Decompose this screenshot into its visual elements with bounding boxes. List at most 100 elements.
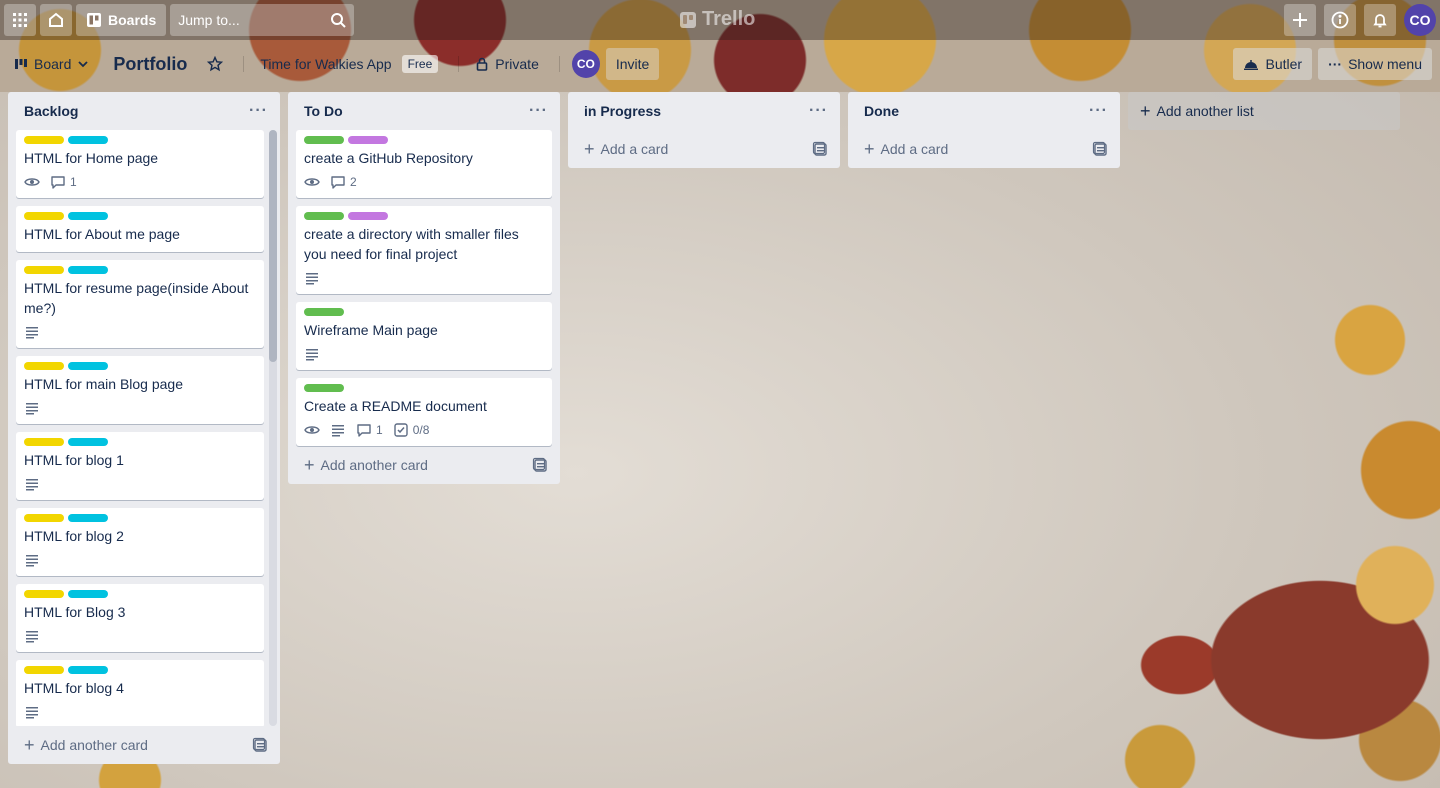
label-cyan[interactable] xyxy=(68,266,108,274)
add-card-button[interactable]: + Add a card xyxy=(848,130,1120,168)
card[interactable]: HTML for blog 2 xyxy=(16,508,264,576)
card[interactable]: HTML for About me page xyxy=(16,206,264,252)
label-purple[interactable] xyxy=(348,136,388,144)
apps-button[interactable] xyxy=(4,4,36,36)
list-title[interactable]: Backlog xyxy=(24,103,78,119)
list-scrollbar[interactable] xyxy=(269,130,277,726)
template-icon xyxy=(1092,141,1107,156)
card-labels xyxy=(24,362,256,370)
boards-button[interactable]: Boards xyxy=(76,4,167,36)
add-list-button[interactable]: + Add another list xyxy=(1128,92,1400,130)
label-yellow[interactable] xyxy=(24,666,64,674)
star-button[interactable] xyxy=(197,48,233,80)
template-icon xyxy=(252,737,267,752)
home-button[interactable] xyxy=(40,4,72,36)
card-template-button[interactable] xyxy=(252,737,268,753)
board-view-switcher[interactable]: Board xyxy=(4,48,99,80)
scrollbar-thumb[interactable] xyxy=(269,130,277,362)
label-yellow[interactable] xyxy=(24,514,64,522)
header-divider xyxy=(558,56,560,72)
card-badges xyxy=(24,474,256,494)
invite-button[interactable]: Invite xyxy=(605,48,660,80)
card[interactable]: HTML for resume page(inside About me?) xyxy=(16,260,264,348)
add-card-button[interactable]: + Add a card xyxy=(568,130,840,168)
create-button[interactable] xyxy=(1284,4,1316,36)
label-yellow[interactable] xyxy=(24,362,64,370)
list-title[interactable]: in Progress xyxy=(584,103,661,119)
label-yellow[interactable] xyxy=(24,590,64,598)
card-title: HTML for blog 1 xyxy=(24,452,124,468)
card[interactable]: create a directory with smaller files yo… xyxy=(296,206,552,294)
comments-count: 1 xyxy=(70,175,77,189)
workspace-button[interactable]: Time for Walkies App Free xyxy=(250,48,448,80)
card-badges xyxy=(304,268,544,288)
label-cyan[interactable] xyxy=(68,136,108,144)
add-card-button[interactable]: + Add another card xyxy=(288,446,560,484)
add-card-label: Add another card xyxy=(320,457,428,473)
card[interactable]: HTML for blog 4 xyxy=(16,660,264,726)
label-cyan[interactable] xyxy=(68,438,108,446)
label-cyan[interactable] xyxy=(68,362,108,370)
label-green[interactable] xyxy=(304,212,344,220)
list-title[interactable]: Done xyxy=(864,103,899,119)
list-title[interactable]: To Do xyxy=(304,103,343,119)
card[interactable]: HTML for Home page 1 xyxy=(16,130,264,198)
notifications-button[interactable] xyxy=(1364,4,1396,36)
label-green[interactable] xyxy=(304,384,344,392)
card[interactable]: HTML for blog 1 xyxy=(16,432,264,500)
info-button[interactable] xyxy=(1324,4,1356,36)
card[interactable]: Create a README document 1 0/8 xyxy=(296,378,552,446)
label-cyan[interactable] xyxy=(68,514,108,522)
search-icon xyxy=(331,13,346,28)
card-badges xyxy=(304,344,544,364)
list-menu-button[interactable]: ··· xyxy=(249,102,268,120)
search-input[interactable]: Jump to... xyxy=(170,4,355,36)
label-purple[interactable] xyxy=(348,212,388,220)
card-template-button[interactable] xyxy=(812,141,828,157)
description-icon xyxy=(26,403,38,415)
header-divider xyxy=(458,56,460,72)
label-yellow[interactable] xyxy=(24,266,64,274)
trello-logo[interactable]: Trello xyxy=(680,8,755,31)
description-badge xyxy=(24,400,40,416)
list-menu-button[interactable]: ··· xyxy=(1089,102,1108,120)
list-menu-button[interactable]: ··· xyxy=(529,102,548,120)
card[interactable]: create a GitHub Repository 2 xyxy=(296,130,552,198)
label-green[interactable] xyxy=(304,136,344,144)
card-template-button[interactable] xyxy=(532,457,548,473)
description-icon xyxy=(26,631,38,643)
label-cyan[interactable] xyxy=(68,666,108,674)
label-yellow[interactable] xyxy=(24,212,64,220)
visibility-button[interactable]: Private xyxy=(465,48,549,80)
label-cyan[interactable] xyxy=(68,212,108,220)
description-icon xyxy=(306,273,318,285)
label-green[interactable] xyxy=(304,308,344,316)
card-badges xyxy=(24,702,256,722)
comment-icon xyxy=(357,424,371,437)
label-yellow[interactable] xyxy=(24,136,64,144)
card[interactable]: HTML for Blog 3 xyxy=(16,584,264,652)
add-card-button[interactable]: + Add another card xyxy=(8,726,280,764)
user-avatar[interactable]: CO xyxy=(1404,4,1436,36)
label-cyan[interactable] xyxy=(68,590,108,598)
card-labels xyxy=(24,438,256,446)
member-avatar[interactable]: CO xyxy=(571,50,600,78)
board-title[interactable]: Portfolio xyxy=(103,54,197,75)
butler-label: Butler xyxy=(1265,56,1303,72)
butler-button[interactable]: Butler xyxy=(1233,48,1313,80)
list-menu-button[interactable]: ··· xyxy=(809,102,828,120)
card[interactable]: HTML for main Blog page xyxy=(16,356,264,424)
label-yellow[interactable] xyxy=(24,438,64,446)
show-menu-label: Show menu xyxy=(1348,56,1422,72)
add-card-label: Add a card xyxy=(880,141,949,157)
header-divider xyxy=(243,56,245,72)
card[interactable]: Wireframe Main page xyxy=(296,302,552,370)
board-canvas: Backlog ··· HTML for Home page 1 HTML for Ab… xyxy=(8,92,1400,764)
show-menu-button[interactable]: ··· Show menu xyxy=(1318,48,1432,80)
comments-count: 1 xyxy=(376,423,383,437)
list-header: in Progress ··· xyxy=(568,92,840,130)
comment-icon xyxy=(331,176,345,189)
card-template-button[interactable] xyxy=(1092,141,1108,157)
description-badge xyxy=(24,476,40,492)
add-card-composer: + Add a card xyxy=(584,140,668,158)
